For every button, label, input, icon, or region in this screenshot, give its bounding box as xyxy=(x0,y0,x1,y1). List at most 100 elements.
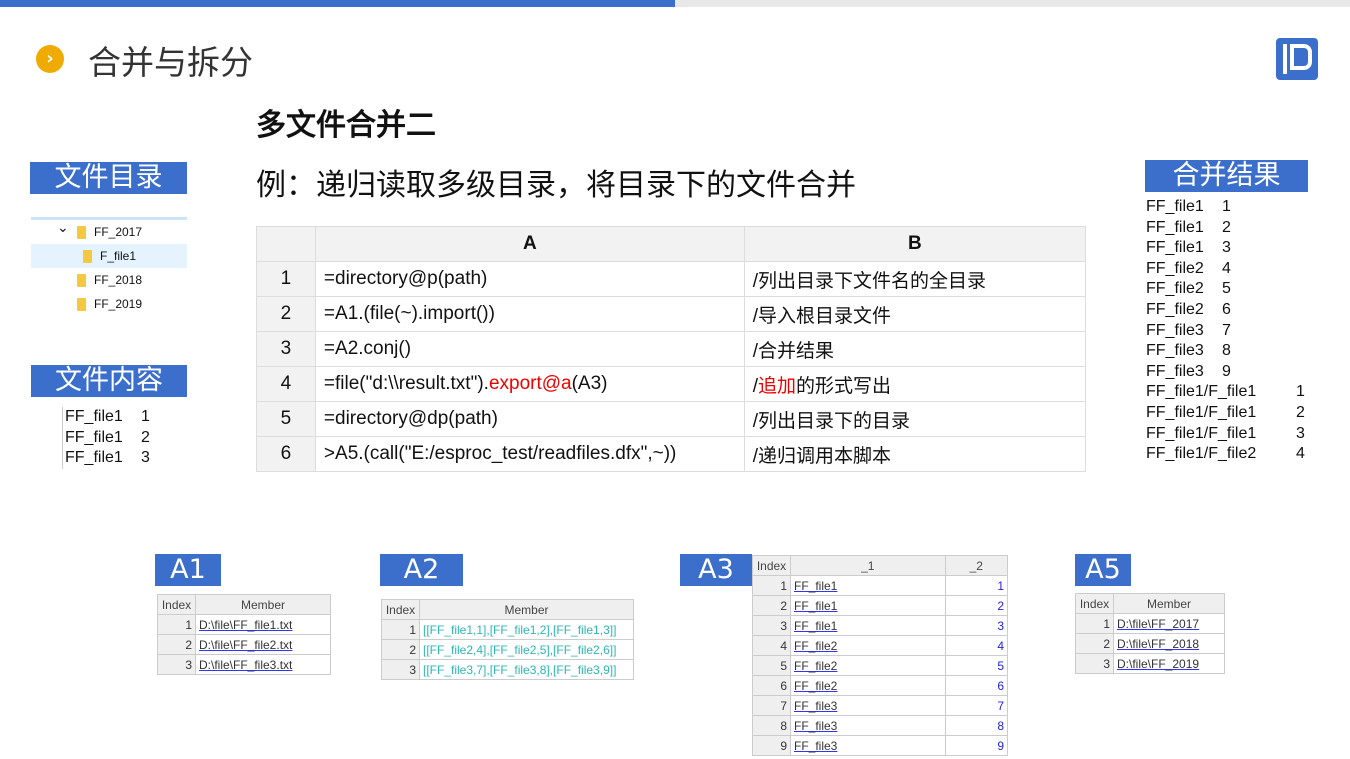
cell-text: 1 xyxy=(780,578,787,593)
column-header[interactable]: Member xyxy=(195,594,331,615)
value-cell[interactable]: 1 xyxy=(944,575,1009,596)
index-cell[interactable]: 1 xyxy=(1075,613,1114,634)
value-cell[interactable]: FF_file3 xyxy=(790,715,946,736)
value-cell[interactable]: D:\file\FF_file2.txt xyxy=(195,634,331,655)
value-cell[interactable]: 4 xyxy=(944,635,1009,656)
index-cell[interactable]: 2 xyxy=(157,634,196,655)
index-cell[interactable]: 5 xyxy=(752,655,791,676)
cell-b[interactable]: /合并结果 xyxy=(743,331,1087,367)
value-cell[interactable]: D:\file\FF_2019 xyxy=(1113,653,1225,674)
value-cell[interactable]: FF_file3 xyxy=(790,735,946,756)
column-header[interactable]: Index xyxy=(381,599,420,620)
tree-item[interactable]: F_file1 xyxy=(31,244,187,268)
column-header[interactable]: Index xyxy=(752,555,791,576)
cell-a[interactable]: =directory@dp(path) xyxy=(314,401,745,437)
value-cell[interactable]: FF_file1 xyxy=(790,595,946,616)
index-cell[interactable]: 3 xyxy=(381,659,420,680)
line-value: 2 xyxy=(1296,403,1305,421)
value-cell[interactable]: [[FF_file2,4],[FF_file2,5],[FF_file2,6]] xyxy=(419,639,634,660)
index-cell[interactable]: 4 xyxy=(752,635,791,656)
cell-a[interactable]: =file("d:\\result.txt").export@a(A3) xyxy=(314,366,745,402)
value-cell[interactable]: D:\file\FF_file3.txt xyxy=(195,654,331,675)
index-cell[interactable]: 2 xyxy=(381,639,420,660)
index-cell[interactable]: 3 xyxy=(157,654,196,675)
cell-text: /列出目录下的目录 xyxy=(752,410,910,432)
cell-b[interactable]: /递归调用本脚本 xyxy=(743,436,1087,472)
code-grid[interactable]: A B 1 =directory@p(path)/列出目录下文件名的全目录 2 =A1.(… xyxy=(256,226,1087,472)
row-number[interactable]: 5 xyxy=(256,401,316,437)
row-number[interactable]: 4 xyxy=(256,366,316,402)
index-cell[interactable]: 9 xyxy=(752,735,791,756)
text-line: FF_file1 1 xyxy=(65,407,162,428)
row-number[interactable]: 6 xyxy=(256,436,316,472)
column-header[interactable]: A xyxy=(314,226,745,262)
value-cell[interactable]: 6 xyxy=(944,675,1009,696)
value-cell[interactable]: 7 xyxy=(944,695,1009,716)
value-cell[interactable]: 8 xyxy=(944,715,1009,736)
index-cell[interactable]: 2 xyxy=(752,595,791,616)
value-cell[interactable]: FF_file1 xyxy=(790,615,946,636)
cell-b[interactable]: /导入根目录文件 xyxy=(743,296,1087,332)
value-cell[interactable]: D:\file\FF_2018 xyxy=(1113,633,1225,654)
index-cell[interactable]: 3 xyxy=(752,615,791,636)
value-cell[interactable]: FF_file2 xyxy=(790,655,946,676)
cell-text: D:\file\FF_2018 xyxy=(1117,636,1200,651)
table-row: 5 FF_file2 5 xyxy=(752,655,1009,676)
value-cell[interactable]: 9 xyxy=(944,735,1009,756)
column-header[interactable]: Index xyxy=(157,594,196,615)
value-cell[interactable]: 5 xyxy=(944,655,1009,676)
column-header[interactable]: B xyxy=(743,226,1087,262)
row-number[interactable]: 3 xyxy=(256,331,316,367)
directory-tree[interactable]: ⌄ FF_2017 F_file1 FF_2018 FF_2019 xyxy=(31,217,187,316)
cell-a[interactable]: =A2.conj() xyxy=(314,331,745,367)
cell-b[interactable]: /列出目录下的目录 xyxy=(743,401,1087,437)
cell-b[interactable]: /追加的形式写出 xyxy=(743,366,1087,402)
code-row: 3 =A2.conj() /合并结果 xyxy=(256,331,1087,367)
cell-text: FF_file3 xyxy=(794,718,838,733)
value-cell[interactable]: [[FF_file3,7],[FF_file3,8],[FF_file3,9]] xyxy=(419,659,634,680)
value-cell[interactable]: FF_file1 xyxy=(790,575,946,596)
row-number[interactable]: 1 xyxy=(256,261,316,297)
chevron-down-icon[interactable]: ⌄ xyxy=(57,215,69,239)
a1-result-table[interactable]: Index Member 1 D:\file\FF_file1.txt 2 D:\file… xyxy=(157,594,331,675)
tree-item[interactable]: FF_2018 xyxy=(31,268,187,292)
index-cell[interactable]: 1 xyxy=(157,614,196,635)
cell-a[interactable]: =A1.(file(~).import()) xyxy=(314,296,745,332)
value-cell[interactable]: FF_file2 xyxy=(790,675,946,696)
cell-a[interactable]: >A5.(call("E:/esproc_test/readfiles.dfx"… xyxy=(314,436,745,472)
table-row: 3 D:\file\FF_2019 xyxy=(1075,653,1225,674)
tree-item[interactable]: FF_2019 xyxy=(31,292,187,316)
value-cell[interactable]: FF_file2 xyxy=(790,635,946,656)
index-cell[interactable]: 8 xyxy=(752,715,791,736)
index-cell[interactable]: 1 xyxy=(381,619,420,640)
column-header[interactable]: Member xyxy=(419,599,634,620)
a3-label: A3 xyxy=(680,554,752,586)
a5-result-table[interactable]: Index Member 1 D:\file\FF_2017 2 D:\file\FF_2… xyxy=(1075,593,1225,674)
index-cell[interactable]: 2 xyxy=(1075,633,1114,654)
row-number[interactable]: 2 xyxy=(256,296,316,332)
column-header[interactable]: Index xyxy=(1075,593,1114,614)
text-line: FF_file1 3 xyxy=(1146,238,1316,259)
cell-a[interactable]: =directory@p(path) xyxy=(314,261,745,297)
column-header[interactable]: _1 xyxy=(790,555,946,576)
index-cell[interactable]: 1 xyxy=(752,575,791,596)
column-header[interactable]: Member xyxy=(1113,593,1225,614)
value-cell[interactable]: 2 xyxy=(944,595,1009,616)
index-cell[interactable]: 6 xyxy=(752,675,791,696)
value-cell[interactable]: D:\file\FF_file1.txt xyxy=(195,614,331,635)
a3-result-table[interactable]: Index _1 _2 1 FF_file1 1 2 FF_file1 2 3 FF_file1 3 4… xyxy=(752,555,1009,756)
column-header[interactable]: _2 xyxy=(944,555,1009,576)
corner-cell xyxy=(256,226,316,262)
value-cell[interactable]: D:\file\FF_2017 xyxy=(1113,613,1225,634)
value-cell[interactable]: [[FF_file1,1],[FF_file1,2],[FF_file1,3]] xyxy=(419,619,634,640)
code-row: 6 >A5.(call("E:/esproc_test/readfiles.dfx… xyxy=(256,436,1087,472)
cell-b[interactable]: /列出目录下文件名的全目录 xyxy=(743,261,1087,297)
index-cell[interactable]: 7 xyxy=(752,695,791,716)
value-cell[interactable]: 3 xyxy=(944,615,1009,636)
a2-result-table[interactable]: Index Member 1 [[FF_file1,1],[FF_file1,2],[… xyxy=(381,599,634,680)
cell-text: 8 xyxy=(997,718,1004,733)
value-cell[interactable]: FF_file3 xyxy=(790,695,946,716)
table-row: 6 FF_file2 6 xyxy=(752,675,1009,696)
tree-item[interactable]: ⌄ FF_2017 xyxy=(31,219,187,244)
index-cell[interactable]: 3 xyxy=(1075,653,1114,674)
